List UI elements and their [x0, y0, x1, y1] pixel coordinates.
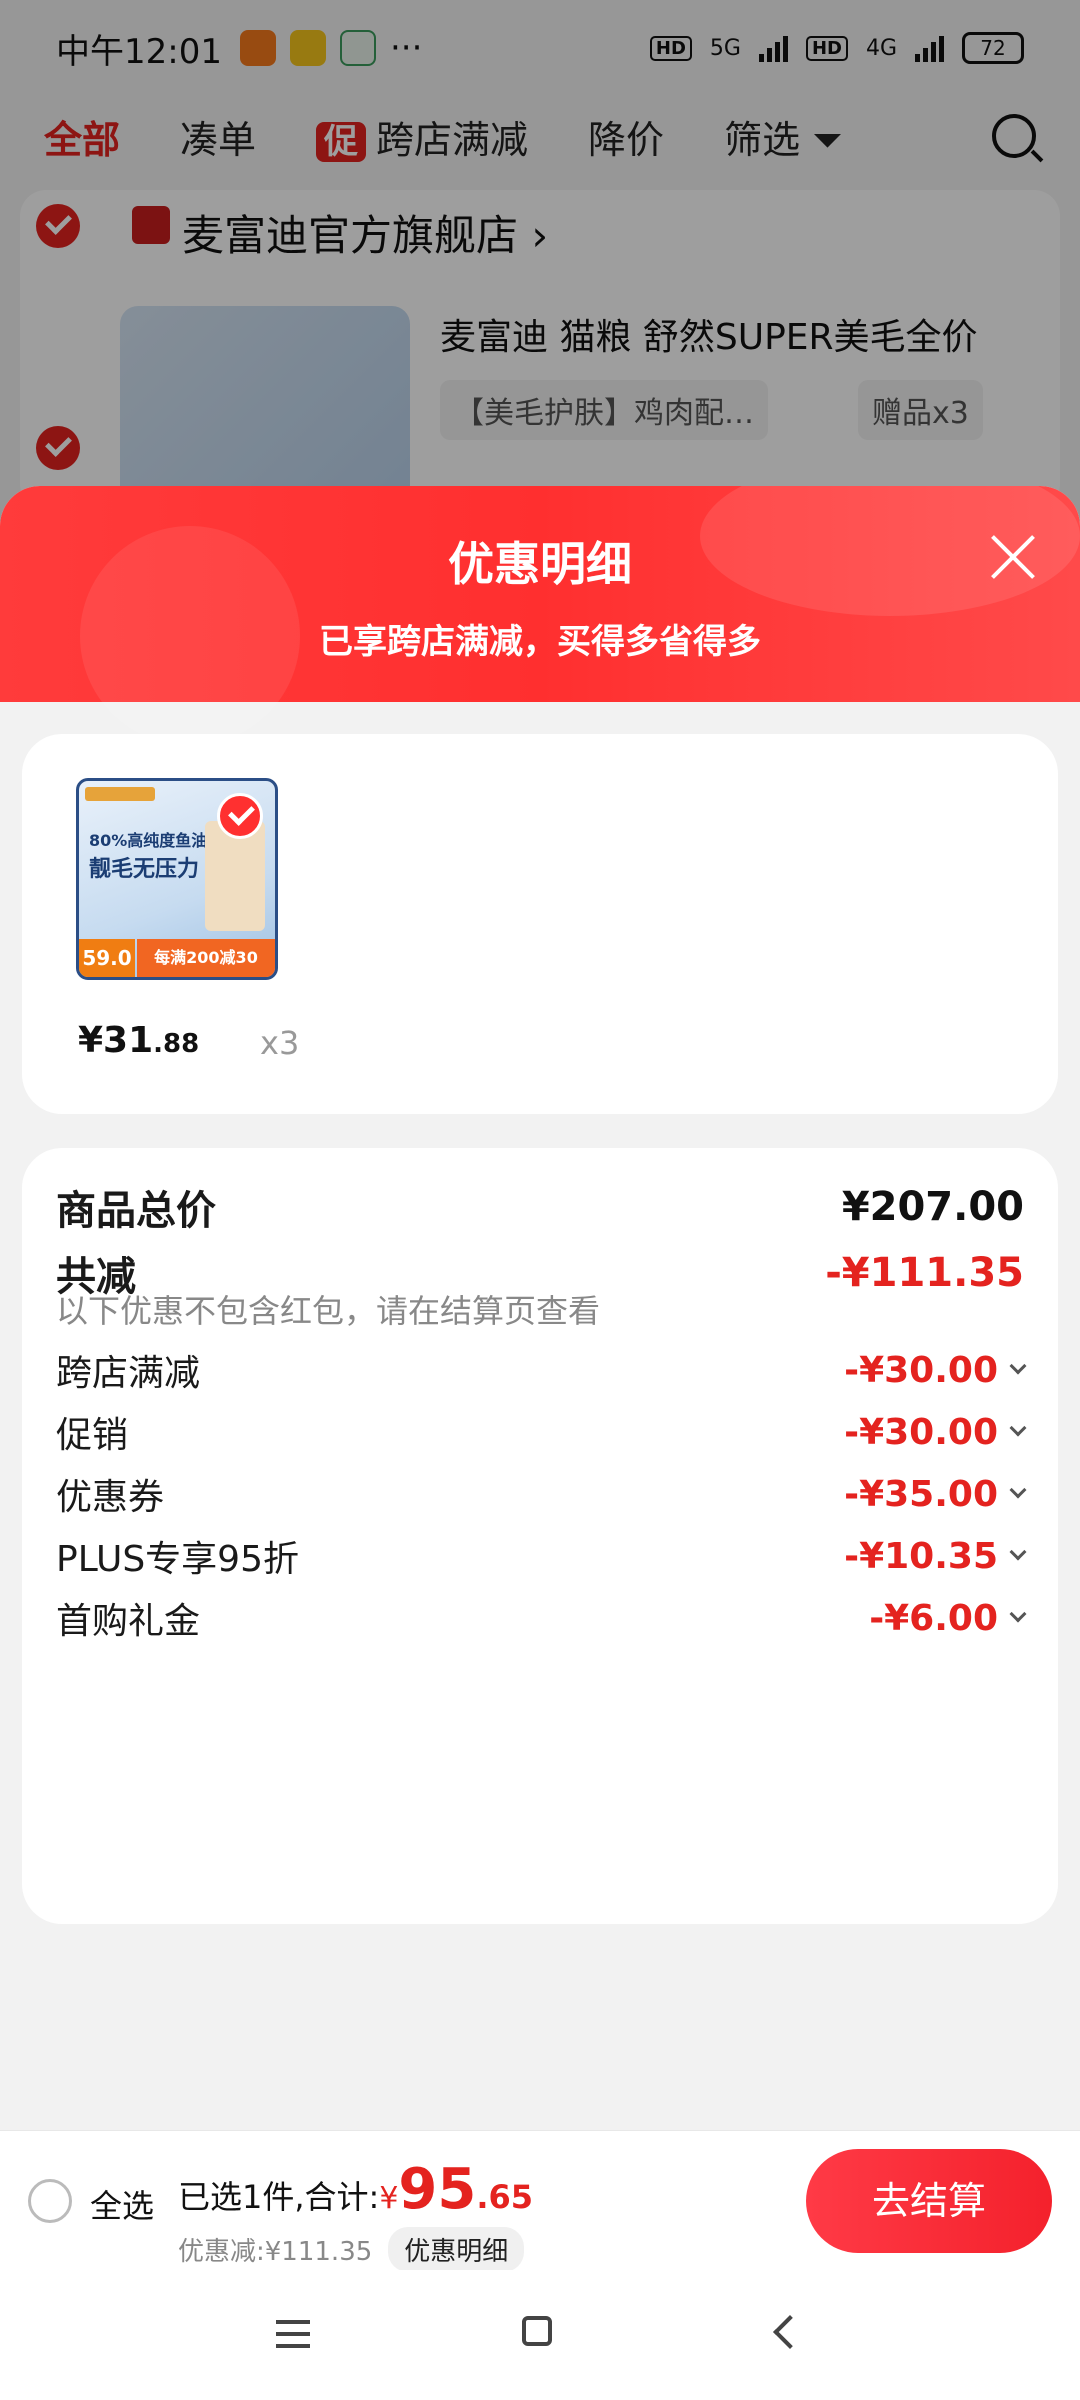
- discount-row-coupon[interactable]: 优惠券 -¥35.00: [56, 1468, 1027, 1520]
- discount-detail-sheet: 优惠明细 已享跨店满减，买得多省得多 80%高纯度鱼油 靓毛无压力 59.0 每…: [0, 486, 1080, 2400]
- saved-amount-row: 优惠减:¥111.35 优惠明细: [178, 2227, 525, 2272]
- price-detail-card: 商品总价 ¥207.00 共减 -¥111.35 以下优惠不包含红包，请在结算页…: [22, 1148, 1058, 1924]
- total-price-row: 商品总价 ¥207.00: [56, 1178, 1024, 1236]
- checkout-button[interactable]: 去结算: [806, 2149, 1052, 2253]
- system-nav-bar: [0, 2270, 1080, 2400]
- goods-image-price: 59.0: [79, 939, 135, 977]
- summary-currency: ¥: [379, 2181, 399, 2216]
- goods-image-text-1: 80%高纯度鱼油: [89, 831, 208, 850]
- goods-image-text-2: 靓毛无压力: [89, 857, 200, 882]
- discount-value: -¥6.00: [869, 1598, 1027, 1639]
- discount-value: -¥10.35: [844, 1536, 1027, 1577]
- sheet-header: 优惠明细 已享跨店满减，买得多省得多: [0, 486, 1080, 746]
- summary-total-int: 95: [398, 2157, 477, 2222]
- discount-row-first-purchase[interactable]: 首购礼金 -¥6.00: [56, 1592, 1027, 1644]
- goods-image-promo: 每满200减30: [137, 939, 275, 977]
- back-icon[interactable]: [773, 2315, 807, 2349]
- sheet-subtitle: 已享跨店满减，买得多省得多: [319, 622, 761, 662]
- discount-value: -¥30.00: [844, 1412, 1027, 1453]
- checkout-bar: 全选 已选1件,合计:¥95.65 优惠减:¥111.35 优惠明细 去结算: [0, 2130, 1080, 2272]
- saved-amount: 优惠减:¥111.35: [178, 2237, 373, 2267]
- discount-label: 首购礼金: [56, 1601, 201, 1642]
- total-reduce-value: -¥111.35: [825, 1250, 1024, 1296]
- goods-thumbnail[interactable]: 80%高纯度鱼油 靓毛无压力 59.0 每满200减30: [76, 778, 278, 980]
- check-icon: [217, 793, 263, 839]
- select-all-label[interactable]: 全选: [90, 2181, 154, 2227]
- discount-row-cross-store[interactable]: 跨店满减 -¥30.00: [56, 1344, 1027, 1396]
- discount-detail-button[interactable]: 优惠明细: [388, 2227, 525, 2272]
- goods-quantity: x3: [260, 1024, 300, 1062]
- order-summary: 已选1件,合计:¥95.65: [178, 2157, 533, 2222]
- close-icon[interactable]: [990, 534, 1036, 580]
- brand-badge: [85, 787, 155, 801]
- discount-value: -¥30.00: [844, 1350, 1027, 1391]
- total-price-value: ¥207.00: [841, 1184, 1024, 1230]
- chevron-down-icon: [1009, 1543, 1027, 1561]
- summary-prefix: 已选1件,合计:: [178, 2178, 380, 2216]
- select-all-checkbox[interactable]: [28, 2179, 72, 2223]
- discount-label: 优惠券: [56, 1477, 165, 1518]
- chevron-down-icon: [1009, 1419, 1027, 1437]
- discount-value: -¥35.00: [844, 1474, 1027, 1515]
- home-icon[interactable]: [522, 2316, 552, 2346]
- discount-note: 以下优惠不包含红包，请在结算页查看: [56, 1292, 601, 1330]
- discount-row-plus[interactable]: PLUS专享95折 -¥10.35: [56, 1530, 1027, 1582]
- total-price-label: 商品总价: [56, 1188, 216, 1234]
- chevron-down-icon: [1009, 1481, 1027, 1499]
- sheet-title: 优惠明细: [448, 537, 632, 591]
- discount-label: 跨店满减: [56, 1353, 201, 1394]
- menu-icon[interactable]: [276, 2320, 310, 2348]
- summary-total-dec: .65: [476, 2178, 534, 2216]
- chevron-down-icon: [1009, 1357, 1027, 1375]
- goods-card: 80%高纯度鱼油 靓毛无压力 59.0 每满200减30 ¥31.88 x3: [22, 734, 1058, 1114]
- chevron-down-icon: [1009, 1605, 1027, 1623]
- discount-label: PLUS专享95折: [56, 1539, 299, 1580]
- discount-label: 促销: [56, 1415, 129, 1456]
- goods-unit-price: ¥31.88: [78, 1020, 200, 1061]
- discount-row-promotion[interactable]: 促销 -¥30.00: [56, 1406, 1027, 1458]
